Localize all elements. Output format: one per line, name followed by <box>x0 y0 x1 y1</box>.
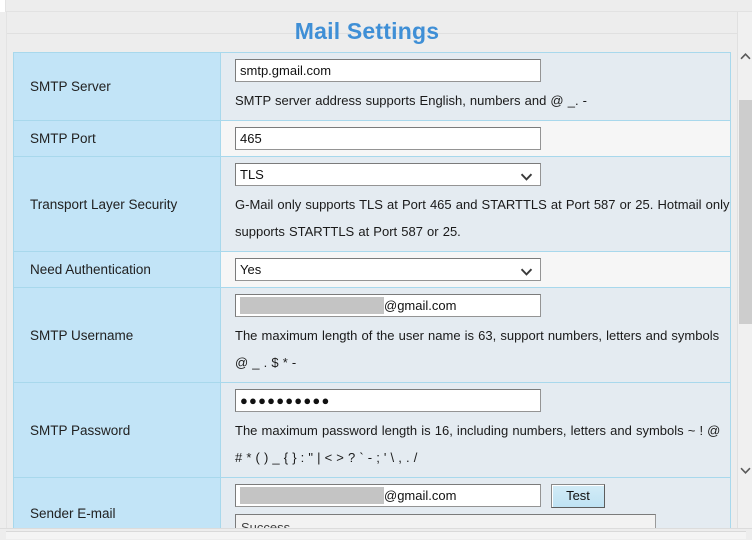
row-value-transport-layer-security: TLS G-Mail only supports TLS at Port 465… <box>221 157 730 251</box>
sender-email-input[interactable]: @gmail.com <box>235 484 541 507</box>
vertical-scrollbar[interactable] <box>737 12 752 528</box>
row-value-smtp-port: 465 <box>221 121 730 156</box>
test-button[interactable]: Test <box>551 484 605 508</box>
scrollbar-thumb[interactable] <box>739 100 752 324</box>
smtp-port-input[interactable]: 465 <box>235 127 541 150</box>
table-row: Need Authentication Yes <box>14 252 730 288</box>
sender-email-controls: @gmail.com Test <box>235 484 730 508</box>
row-value-need-authentication: Yes <box>221 252 730 287</box>
table-row: Sender E-mail @gmail.com Test Success <box>14 478 730 528</box>
row-label-smtp-server: SMTP Server <box>14 53 221 120</box>
row-value-smtp-server: smtp.gmail.com SMTP server address suppo… <box>221 53 730 120</box>
row-value-smtp-username: @gmail.com The maximum length of the use… <box>221 288 730 382</box>
chevron-down-icon <box>520 168 533 181</box>
top-chrome-strip <box>0 0 752 12</box>
need-authentication-select[interactable]: Yes <box>235 258 541 281</box>
top-chrome-left-gutter <box>0 0 6 12</box>
title-band: Mail Settings <box>7 12 738 52</box>
row-label-transport-layer-security: Transport Layer Security <box>14 157 221 251</box>
scroll-down-arrow-icon[interactable] <box>738 462 752 478</box>
settings-table: SMTP Server smtp.gmail.com SMTP server a… <box>13 52 731 528</box>
bottom-chrome-inner <box>6 531 746 539</box>
smtp-username-value: @gmail.com <box>384 298 457 313</box>
row-label-sender-email: Sender E-mail <box>14 478 221 528</box>
transport-layer-security-hint: G-Mail only supports TLS at Port 465 and… <box>235 197 730 239</box>
transport-layer-security-selected-value: TLS <box>240 167 264 182</box>
table-row: SMTP Port 465 <box>14 121 730 157</box>
smtp-username-hint: The maximum length of the user name is 6… <box>235 328 720 370</box>
smtp-username-input[interactable]: @gmail.com <box>235 294 541 317</box>
smtp-server-input[interactable]: smtp.gmail.com <box>235 59 541 82</box>
row-label-smtp-port: SMTP Port <box>14 121 221 156</box>
mail-settings-page: Mail Settings SMTP Server smtp.gmail.com… <box>0 0 752 540</box>
table-row: SMTP Password ●●●●●●●●●● The maximum pas… <box>14 383 730 478</box>
row-value-smtp-password: ●●●●●●●●●● The maximum password length i… <box>221 383 730 477</box>
redaction-block <box>240 487 384 504</box>
row-value-sender-email: @gmail.com Test Success <box>221 478 730 528</box>
test-status-box: Success <box>235 514 656 528</box>
smtp-password-hint: The maximum password length is 16, inclu… <box>235 423 721 465</box>
bottom-chrome-strip <box>0 528 752 540</box>
smtp-password-input[interactable]: ●●●●●●●●●● <box>235 389 541 412</box>
redaction-block <box>240 297 384 314</box>
scroll-up-arrow-icon[interactable] <box>738 48 752 64</box>
sender-email-value: @gmail.com <box>384 488 457 503</box>
transport-layer-security-select[interactable]: TLS <box>235 163 541 186</box>
table-row: SMTP Server smtp.gmail.com SMTP server a… <box>14 53 730 121</box>
row-label-smtp-username: SMTP Username <box>14 288 221 382</box>
table-row: SMTP Username @gmail.com The maximum len… <box>14 288 730 383</box>
need-authentication-selected-value: Yes <box>240 262 262 277</box>
row-label-need-authentication: Need Authentication <box>14 252 221 287</box>
content-pane: Mail Settings SMTP Server smtp.gmail.com… <box>6 12 738 528</box>
row-label-smtp-password: SMTP Password <box>14 383 221 477</box>
chevron-down-icon <box>520 263 533 276</box>
scroll-viewport: Mail Settings SMTP Server smtp.gmail.com… <box>0 12 752 528</box>
page-title: Mail Settings <box>294 18 440 44</box>
table-row: Transport Layer Security TLS G-Mail only… <box>14 157 730 252</box>
smtp-server-hint: SMTP server address supports English, nu… <box>235 93 587 108</box>
